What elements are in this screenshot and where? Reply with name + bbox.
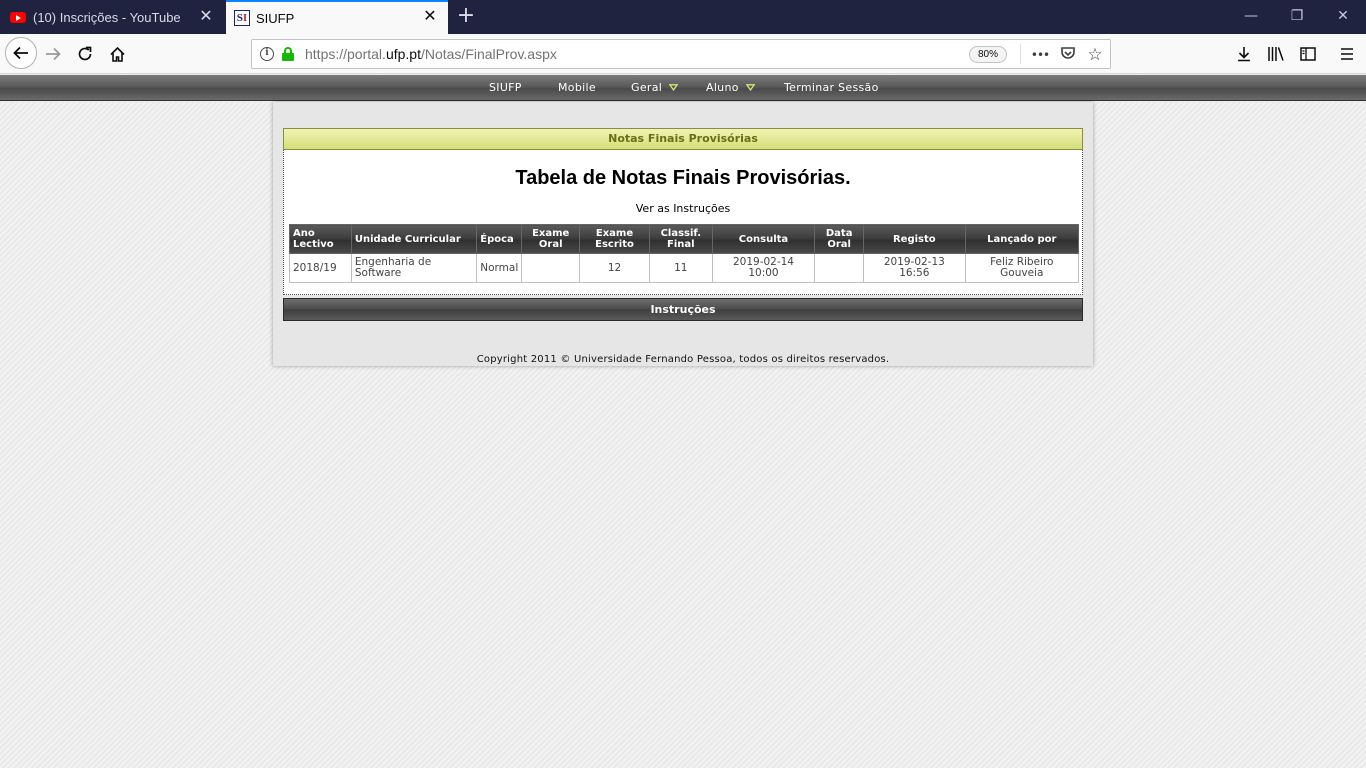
table-header-row: Ano Lectivo Unidade Curricular Época Exam… — [289, 224, 1080, 254]
content-panel: Notas Finais Provisórias Tabela de Notas… — [273, 102, 1093, 366]
cell-exame-escrito: 12 — [579, 253, 650, 283]
tab-strip: (10) Inscrições - YouTube ✕ SI SIUFP ✕ +… — [0, 0, 1366, 34]
header-exame-escrito[interactable]: Exame Escrito — [579, 224, 650, 254]
close-window-button[interactable]: ✕ — [1320, 0, 1366, 34]
tab-youtube[interactable]: (10) Inscrições - YouTube ✕ — [0, 0, 224, 34]
header-registo[interactable]: Registo — [863, 224, 966, 254]
more-actions-icon[interactable]: ••• — [1030, 45, 1050, 65]
menu-item-siufp[interactable]: SIUFP — [489, 75, 522, 100]
cell-epoca: Normal — [476, 253, 523, 283]
cell-exame-oral — [521, 253, 581, 283]
home-icon — [109, 46, 125, 62]
library-icon — [1268, 47, 1284, 61]
close-tab-icon[interactable]: ✕ — [198, 9, 214, 25]
header-unidade-curricular[interactable]: Unidade Curricular — [350, 224, 478, 254]
grades-content-box: Tabela de Notas Finais Provisórias. Ver … — [283, 150, 1083, 295]
hamburger-menu-icon — [1341, 48, 1353, 60]
tab-title: SIUFP — [256, 10, 295, 26]
header-data-oral[interactable]: Data Oral — [814, 224, 865, 254]
header-epoca[interactable]: Época — [476, 224, 523, 254]
menu-item-aluno[interactable]: Aluno — [706, 75, 755, 100]
address-bar[interactable]: i https://portal.ufp.pt/Notas/FinalProv.… — [251, 39, 1111, 69]
menu-item-geral[interactable]: Geral — [631, 75, 679, 100]
reload-button[interactable] — [70, 39, 100, 69]
tab-siufp[interactable]: SI SIUFP ✕ — [226, 0, 448, 34]
siufp-icon: SI — [234, 10, 250, 26]
new-tab-button[interactable]: + — [454, 5, 478, 29]
cell-classif-final: 11 — [648, 253, 713, 283]
header-ano-lectivo[interactable]: Ano Lectivo — [289, 224, 352, 254]
youtube-icon — [10, 11, 26, 23]
home-button[interactable] — [102, 39, 132, 69]
pocket-icon[interactable] — [1058, 45, 1078, 65]
header-lancado-por[interactable]: Lançado por — [964, 224, 1080, 254]
dropdown-arrow-icon — [669, 83, 679, 91]
library-button[interactable] — [1261, 39, 1291, 69]
lock-icon[interactable] — [282, 47, 294, 61]
section-title-bar: Notas Finais Provisórias — [283, 128, 1083, 150]
page-title: Tabela de Notas Finais Provisórias. — [515, 167, 851, 189]
header-classif-final[interactable]: Classif. Final — [648, 224, 713, 254]
forward-button[interactable] — [38, 39, 68, 69]
grades-table: Ano Lectivo Unidade Curricular Época Exam… — [289, 224, 1080, 283]
cell-unidade-curricular: Engenharia de Software — [350, 253, 478, 283]
cell-registo: 2019-02-13 16:56 — [863, 253, 966, 283]
app-menu-button[interactable] — [1332, 39, 1362, 69]
instructions-toggle-bar[interactable]: Instruções — [283, 298, 1083, 321]
url-text[interactable]: https://portal.ufp.pt/Notas/FinalProv.as… — [305, 46, 557, 62]
table-row: 2018/19 Engenharia de Software Normal 12 … — [289, 253, 1080, 283]
site-menu-bar: SIUFP Mobile Geral Aluno Terminar Sessão — [0, 75, 1366, 101]
back-button[interactable] — [5, 37, 37, 69]
cell-consulta: 2019-02-14 10:00 — [711, 253, 816, 283]
downloads-button[interactable] — [1229, 39, 1259, 69]
copyright-text: Copyright 2011 © Universidade Fernando P… — [476, 354, 890, 365]
menu-item-mobile[interactable]: Mobile — [558, 75, 596, 100]
header-exame-oral[interactable]: Exame Oral — [521, 224, 581, 254]
restore-button[interactable]: ❐ — [1274, 0, 1320, 34]
zoom-indicator[interactable]: 80% — [969, 46, 1007, 63]
sidebar-icon — [1300, 47, 1316, 61]
sidebar-button[interactable] — [1293, 39, 1323, 69]
url-separator — [1020, 44, 1021, 64]
back-arrow-icon — [13, 46, 28, 60]
instructions-link[interactable]: Ver as Instruções — [284, 202, 1082, 215]
cell-lancado-por: Feliz Ribeiro Gouveia — [964, 253, 1080, 283]
close-tab-icon[interactable]: ✕ — [422, 9, 438, 25]
bookmark-star-icon[interactable]: ☆ — [1085, 45, 1105, 65]
forward-arrow-icon — [46, 47, 61, 61]
dropdown-arrow-icon — [745, 83, 755, 91]
minimize-button[interactable]: — — [1228, 0, 1274, 34]
menu-item-terminar-sessao[interactable]: Terminar Sessão — [784, 75, 879, 100]
navigation-toolbar: i https://portal.ufp.pt/Notas/FinalProv.… — [0, 34, 1366, 74]
cell-ano-lectivo: 2018/19 — [289, 253, 352, 283]
cell-data-oral — [814, 253, 865, 283]
reload-icon — [78, 46, 92, 61]
info-icon[interactable]: i — [260, 47, 274, 61]
header-consulta[interactable]: Consulta — [711, 224, 816, 254]
download-icon — [1238, 47, 1250, 62]
tab-title: (10) Inscrições - YouTube — [33, 9, 181, 25]
